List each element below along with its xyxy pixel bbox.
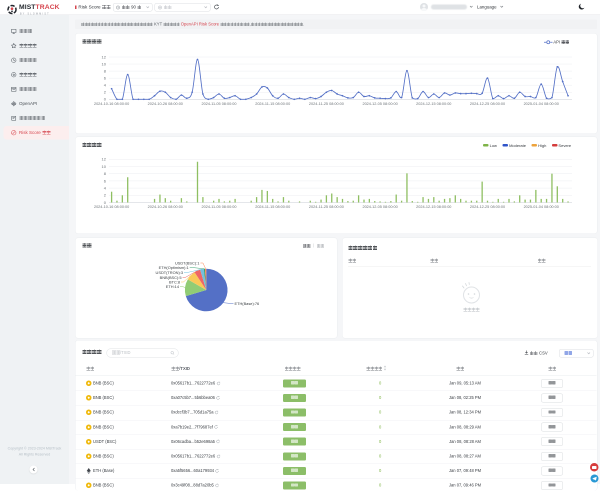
svg-text:10: 10 — [102, 164, 107, 169]
svg-text:2024-10-26 08:00:00: 2024-10-26 08:00:00 — [148, 102, 183, 106]
svg-text:2025-01-04 08:00:00: 2025-01-04 08:00:00 — [524, 205, 559, 209]
svg-text:12: 12 — [102, 54, 107, 59]
svg-text:2024-12-05 08:00:00: 2024-12-05 08:00:00 — [362, 102, 397, 106]
svg-text:2024-12-25 08:00:00: 2024-12-25 08:00:00 — [470, 205, 505, 209]
svg-text:2024-11-25 08:00:00: 2024-11-25 08:00:00 — [309, 205, 344, 209]
svg-text:ETH(Base):76: ETH(Base):76 — [235, 301, 260, 306]
svg-text:8: 8 — [104, 171, 107, 176]
svg-text:10: 10 — [102, 61, 107, 66]
svg-text:2024-12-15 08:00:00: 2024-12-15 08:00:00 — [416, 102, 451, 106]
svg-text:4: 4 — [104, 186, 107, 191]
svg-text:2024-10-16 08:00:00: 2024-10-16 08:00:00 — [94, 205, 129, 209]
svg-text:2024-10-26 08:00:00: 2024-10-26 08:00:00 — [148, 205, 183, 209]
svg-text:2024-11-25 08:00:00: 2024-11-25 08:00:00 — [309, 102, 344, 106]
svg-text:6: 6 — [104, 76, 107, 81]
svg-text:2024-11-15 08:00:00: 2024-11-15 08:00:00 — [255, 205, 290, 209]
svg-text:12: 12 — [102, 157, 107, 162]
svg-text:2024-10-16 08:00:00: 2024-10-16 08:00:00 — [94, 102, 129, 106]
svg-text:2025-01-04 08:00:00: 2025-01-04 08:00:00 — [524, 102, 559, 106]
svg-text:ETH:14: ETH:14 — [166, 284, 180, 289]
svg-text:6: 6 — [104, 178, 107, 183]
svg-text:8: 8 — [104, 69, 107, 74]
svg-text:4: 4 — [104, 83, 107, 88]
svg-text:2024-11-05 08:00:00: 2024-11-05 08:00:00 — [202, 205, 237, 209]
svg-text:2024-12-15 08:00:00: 2024-12-15 08:00:00 — [416, 205, 451, 209]
svg-text:2024-12-05 08:00:00: 2024-12-05 08:00:00 — [362, 205, 397, 209]
svg-text:2: 2 — [104, 90, 107, 95]
svg-text:2: 2 — [104, 193, 107, 198]
svg-text:2024-11-15 08:00:00: 2024-11-15 08:00:00 — [255, 102, 290, 106]
svg-text:2024-11-05 08:00:00: 2024-11-05 08:00:00 — [202, 102, 237, 106]
svg-text:2024-12-25 08:00:00: 2024-12-25 08:00:00 — [470, 102, 505, 106]
